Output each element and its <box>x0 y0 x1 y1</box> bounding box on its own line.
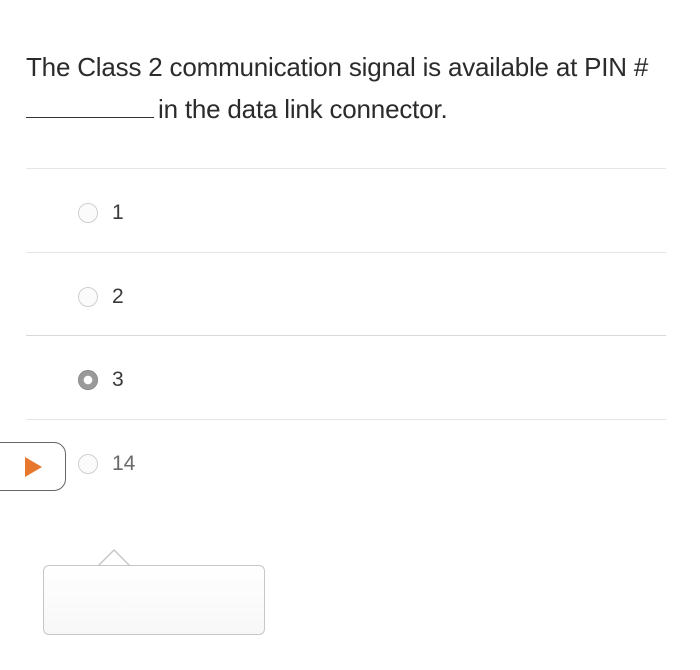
radio-icon[interactable] <box>78 287 98 307</box>
play-icon <box>25 457 42 477</box>
tooltip-arrow-icon <box>98 549 130 566</box>
question-text: The Class 2 communication signal is avai… <box>26 46 676 130</box>
question-line-2: in the data link connector. <box>26 88 676 130</box>
answer-blank <box>26 89 154 118</box>
divider <box>26 419 666 420</box>
question-line-2-text: in the data link connector. <box>158 94 448 124</box>
option-label: 1 <box>112 201 124 224</box>
radio-icon[interactable] <box>78 454 98 474</box>
radio-selected-icon[interactable] <box>78 370 98 390</box>
option-label: 3 <box>112 368 124 391</box>
question-line-1: The Class 2 communication signal is avai… <box>26 52 649 82</box>
divider <box>26 252 666 253</box>
option-1[interactable]: 1 <box>78 198 124 228</box>
option-2[interactable]: 2 <box>78 282 124 312</box>
option-label: 2 <box>112 285 124 308</box>
option-3[interactable]: 3 <box>78 365 124 395</box>
option-label: 14 <box>112 452 136 475</box>
divider <box>26 335 666 336</box>
play-button[interactable] <box>0 442 66 491</box>
tooltip-popup <box>43 565 265 635</box>
option-4[interactable]: 14 <box>78 449 135 479</box>
divider <box>26 168 666 169</box>
radio-icon[interactable] <box>78 203 98 223</box>
